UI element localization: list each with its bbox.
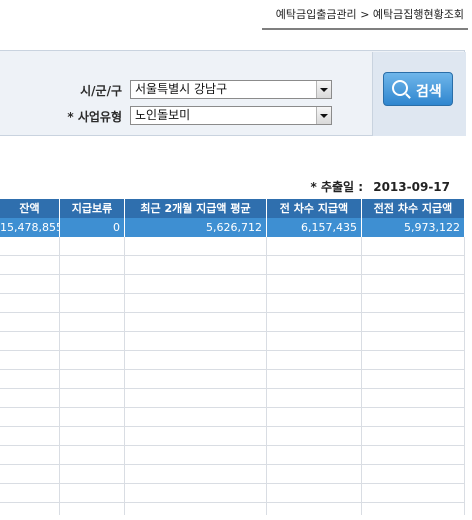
region-select-value: 서울특별시 강남구 bbox=[135, 82, 228, 96]
column-header-two-month-avg[interactable]: 최근 2개월 지급액 평균 bbox=[125, 199, 267, 218]
extract-date-label: * 추출일 : bbox=[310, 180, 364, 194]
breadcrumb-separator: > bbox=[360, 8, 370, 21]
cell-previous-round: 6,157,435 bbox=[267, 218, 362, 237]
search-icon bbox=[392, 80, 408, 96]
column-header-two-rounds-ago[interactable]: 전전 차수 지급액 bbox=[362, 199, 465, 218]
table-header: 잔액 지급보류 최근 2개월 지급액 평균 전 차수 지급액 전전 차수 지급액 bbox=[0, 199, 465, 218]
breadcrumb-current: 예탁금집행현황조회 bbox=[372, 8, 464, 21]
business-type-select-value: 노인돌보미 bbox=[135, 108, 191, 122]
cell-two-rounds-ago: 5,973,122 bbox=[362, 218, 465, 237]
search-button-label: 검색 bbox=[416, 84, 442, 100]
breadcrumb: 예탁금입출금관리 > 예탁금집행현황조회 bbox=[276, 6, 464, 22]
cell-payment-hold: 0 bbox=[60, 218, 125, 237]
region-label: 시/군/구 bbox=[80, 84, 122, 98]
extract-date-value: 2013-09-17 bbox=[373, 180, 450, 194]
column-header-balance[interactable]: 잔액 bbox=[0, 199, 60, 218]
region-select[interactable]: 서울특별시 강남구 bbox=[130, 80, 332, 99]
chevron-down-icon[interactable] bbox=[316, 107, 331, 124]
business-type-label: * 사업유형 bbox=[67, 110, 122, 124]
extract-date: * 추출일 : 2013-09-17 bbox=[310, 178, 450, 195]
column-header-previous-round[interactable]: 전 차수 지급액 bbox=[267, 199, 362, 218]
chevron-down-icon[interactable] bbox=[316, 81, 331, 98]
business-type-select[interactable]: 노인돌보미 bbox=[130, 106, 332, 125]
empty-grid bbox=[0, 237, 465, 515]
table-row[interactable]: 15,478,855 0 5,626,712 6,157,435 5,973,1… bbox=[0, 218, 465, 237]
cell-two-month-avg: 5,626,712 bbox=[125, 218, 267, 237]
breadcrumb-underline bbox=[262, 28, 468, 30]
search-button-area: 검색 bbox=[372, 52, 466, 136]
breadcrumb-parent[interactable]: 예탁금입출금관리 bbox=[276, 8, 357, 21]
search-button[interactable]: 검색 bbox=[383, 72, 453, 106]
column-header-payment-hold[interactable]: 지급보류 bbox=[60, 199, 125, 218]
cell-balance: 15,478,855 bbox=[0, 218, 60, 237]
